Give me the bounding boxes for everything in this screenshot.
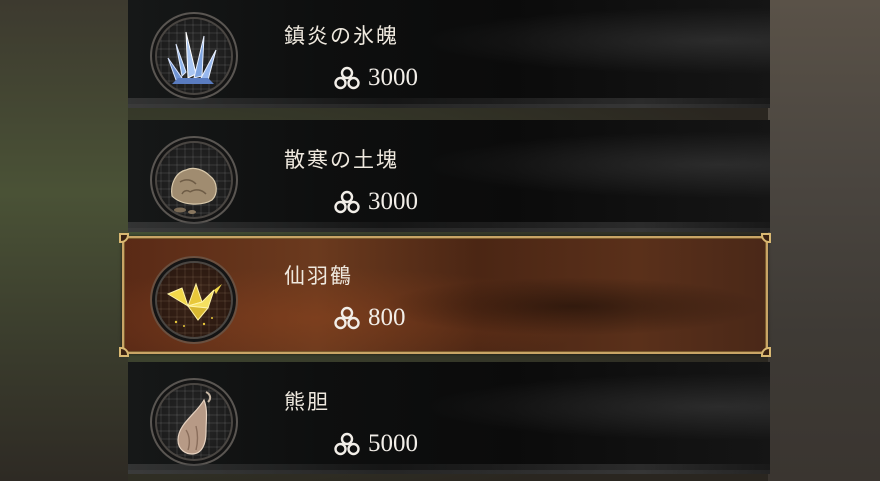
- item-price: 800: [334, 304, 406, 332]
- coin-cluster-icon: [334, 190, 360, 214]
- shop-item-row[interactable]: 鎮炎の氷魄 3000: [128, 0, 770, 108]
- paper-crane-icon: [166, 282, 222, 327]
- item-medallion: [150, 378, 238, 466]
- clay-lump-icon: [171, 167, 217, 214]
- frame-corner: [761, 233, 771, 243]
- item-name: 鎮炎の氷魄: [284, 24, 399, 48]
- shop-item-row-selected[interactable]: 仙羽鶴 800: [119, 233, 771, 357]
- item-name: 熊胆: [284, 390, 330, 414]
- item-price-value: 5000: [368, 430, 418, 457]
- frame-corner: [119, 233, 129, 243]
- item-price: 3000: [334, 64, 418, 92]
- item-medallion: [150, 256, 238, 344]
- coin-cluster-icon: [334, 66, 360, 90]
- shop-item-list: 鎮炎の氷魄 3000 散寒の土塊 3000 仙羽鶴 800 熊胆 5000: [119, 0, 771, 481]
- frame-corner: [761, 347, 771, 357]
- item-price-value: 3000: [368, 188, 418, 215]
- bear-gallbladder-icon: [177, 391, 212, 455]
- item-medallion: [150, 136, 238, 224]
- coin-cluster-icon: [334, 306, 360, 330]
- shop-item-row[interactable]: 熊胆 5000: [128, 362, 770, 474]
- item-price-value: 3000: [368, 64, 418, 91]
- item-price: 5000: [334, 430, 418, 458]
- item-medallion: [150, 12, 238, 100]
- item-price-value: 800: [368, 304, 406, 331]
- background-left: [0, 0, 128, 481]
- item-name: 散寒の土塊: [284, 148, 399, 172]
- item-price: 3000: [334, 188, 418, 216]
- frame-corner: [119, 347, 129, 357]
- ice-crystal-icon: [167, 31, 217, 84]
- background-right: [768, 0, 880, 481]
- shop-item-row[interactable]: 散寒の土塊 3000: [128, 120, 770, 232]
- item-name: 仙羽鶴: [284, 264, 353, 288]
- coin-cluster-icon: [334, 432, 360, 456]
